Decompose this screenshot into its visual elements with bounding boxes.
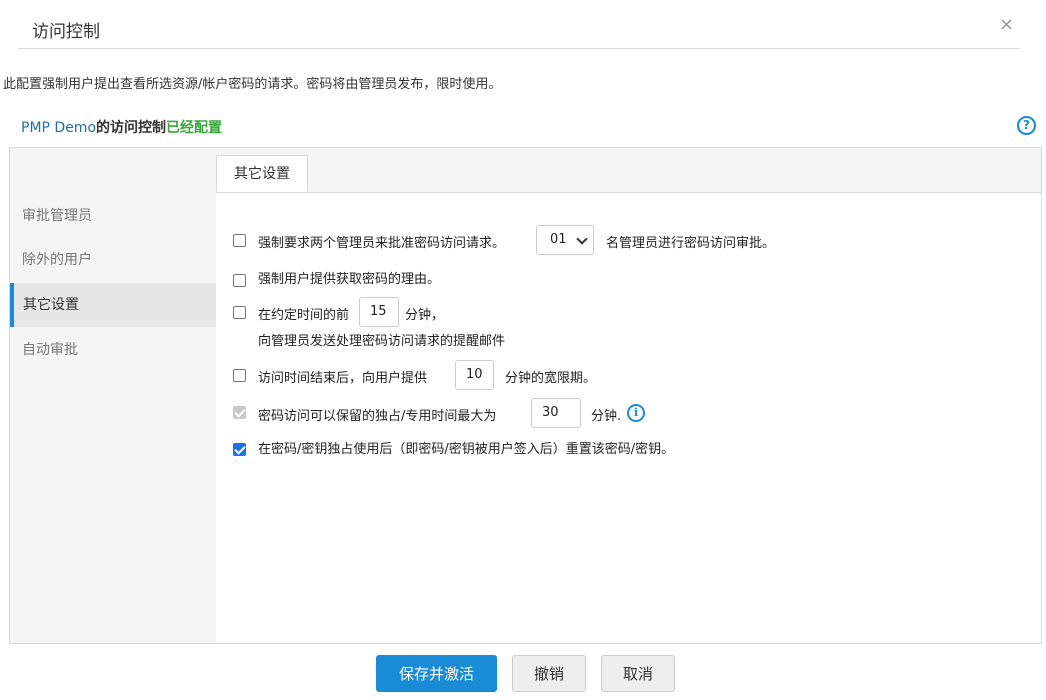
dialog-description: 此配置强制用户提出查看所选资源/帐户密码的请求。密码将由管理员发布，限时使用。 [3,77,502,92]
two-admins-suffix: 名管理员进行密码访问审批。 [606,236,776,251]
resource-name: PMP Demo [21,120,97,136]
tab-other-settings[interactable]: 其它设置 [216,155,308,192]
grace-period-checkbox[interactable] [233,369,246,382]
dialog-title: 访问控制 [32,22,100,42]
exclusive-minutes-input[interactable]: 30 [531,398,581,428]
close-icon[interactable]: × [999,16,1014,34]
settings-panel: 审批管理员 除外的用户 其它设置 自动审批 其它设置 [9,147,1042,644]
admin-count-select[interactable]: 01 [536,225,594,255]
reset-password-checkbox[interactable] [233,443,246,456]
save-and-activate-button[interactable]: 保存并激活 [376,655,497,692]
access-control-status: PMP Demo的访问控制已经配置 [21,117,222,137]
reset-password-label: 在密码/密钥独占使用后（即密码/密钥被用户签入后）重置该密码/密钥。 [258,442,675,457]
grace-minutes-input[interactable]: 10 [455,360,494,390]
exclusive-time-suffix: 分钟. [591,409,622,424]
grace-period-suffix: 分钟的宽限期。 [505,371,597,386]
sidebar-item-other-settings[interactable]: 其它设置 [10,283,216,327]
chevron-down-icon [576,233,588,245]
two-admins-label: 强制要求两个管理员来批准密码访问请求。 [258,236,506,251]
reminder-suffix: 分钟， [405,308,445,323]
grace-period-label: 访问时间结束后，向用户提供 [258,371,428,386]
admin-count-value: 01 [550,232,567,247]
reminder-minutes-input[interactable]: 15 [359,297,399,327]
revoke-button[interactable]: 撤销 [512,655,586,692]
two-admins-checkbox[interactable] [233,234,246,247]
exclusive-time-checkbox [233,406,246,419]
help-icon[interactable]: ? [1017,116,1036,135]
require-reason-label: 强制用户提供获取密码的理由。 [258,272,441,287]
sidebar-item-excluded-users[interactable]: 除外的用户 [10,238,216,282]
sidebar-item-approvers[interactable]: 审批管理员 [10,194,216,238]
sidebar: 审批管理员 除外的用户 其它设置 自动审批 [10,148,216,643]
status-configured-badge: 已经配置 [166,120,223,136]
require-reason-checkbox[interactable] [233,274,246,287]
tab-bar: 其它设置 [216,148,1041,193]
sidebar-item-auto-approval[interactable]: 自动审批 [10,328,216,372]
status-middle-text: 的访问控制 [96,120,167,136]
reminder-checkbox[interactable] [233,306,246,319]
dialog-header: 访问控制 × [18,0,1020,49]
exclusive-time-label: 密码访问可以保留的独占/专用时间最大为 [258,409,497,424]
reminder-description: 向管理员发送处理密码访问请求的提醒邮件 [258,334,506,349]
cancel-button[interactable]: 取消 [601,655,675,692]
reminder-label: 在约定时间的前 [258,308,350,323]
info-icon[interactable]: i [627,404,645,422]
